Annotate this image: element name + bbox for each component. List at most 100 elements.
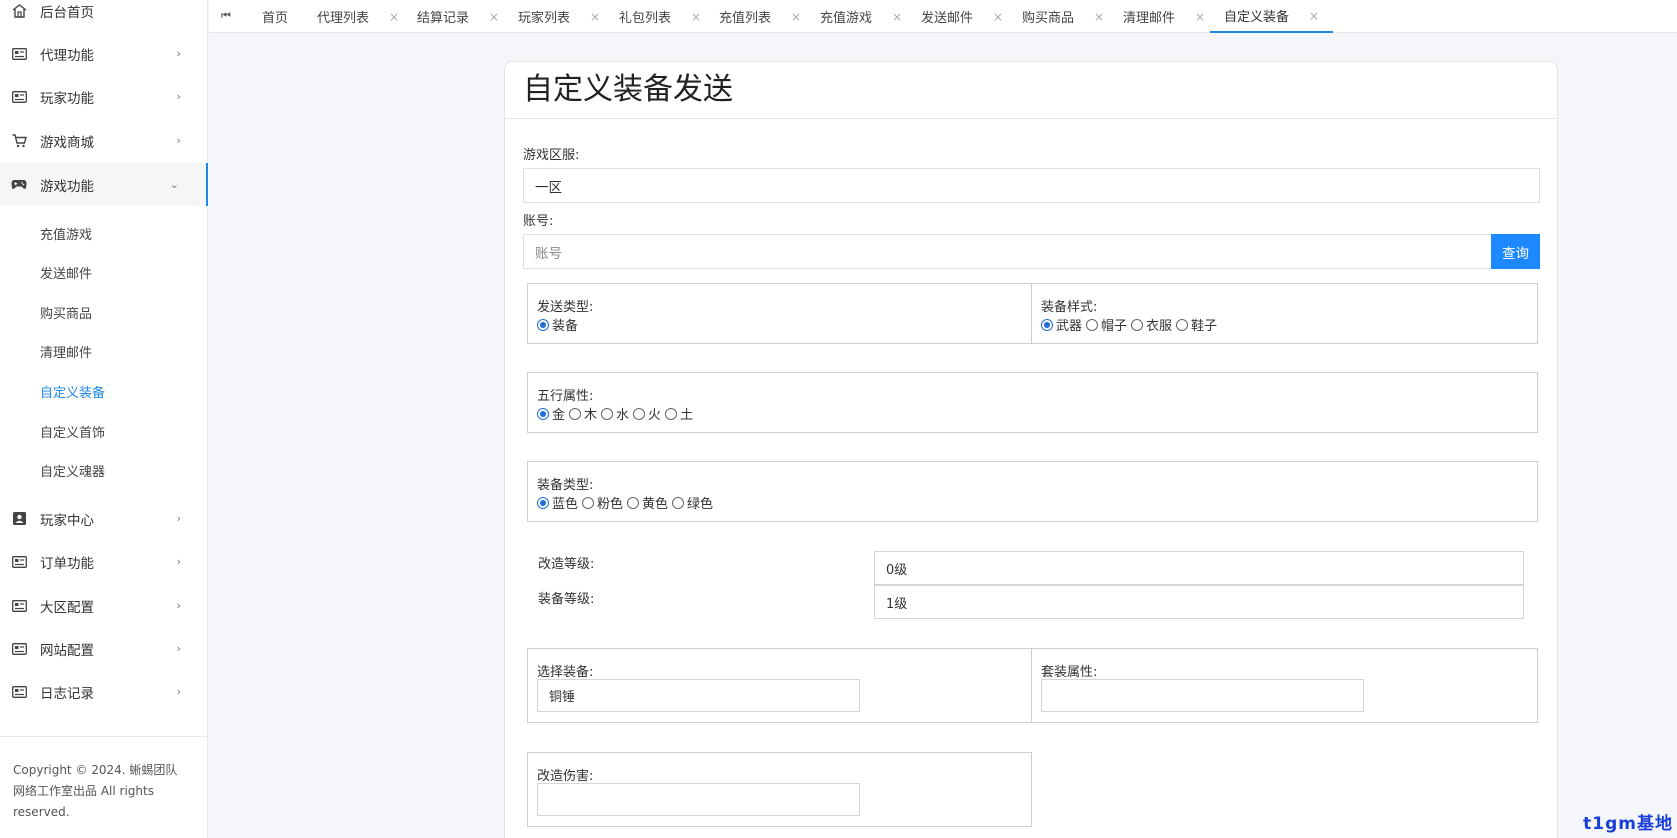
card-icon xyxy=(11,46,27,62)
query-button[interactable]: 查询 xyxy=(1491,234,1540,269)
copyright-text: Copyright © 2024. 蜥蜴团队网络工作室出品 All rights… xyxy=(13,763,178,819)
equip-level-select[interactable]: 1级 xyxy=(874,585,1524,619)
type-radio-green[interactable]: 绿色 xyxy=(672,493,715,512)
sidebar-item-shop[interactable]: 游戏商城 › xyxy=(0,119,208,162)
radio-dot xyxy=(569,407,582,420)
tab-buy-goods[interactable]: 购买商品 × xyxy=(1022,0,1104,33)
tab-label: 首页 xyxy=(262,11,289,26)
close-icon[interactable]: × xyxy=(691,10,701,24)
sidebar-item-home[interactable]: 后台首页 xyxy=(0,0,208,32)
sidebar-sub-clear-mail[interactable]: 清理邮件 xyxy=(40,336,200,366)
radio-dot xyxy=(537,318,549,331)
refine-damage-input[interactable] xyxy=(537,783,860,816)
element-radio-fire[interactable]: 火 xyxy=(633,404,663,423)
send-type-box: 发送类型: 装备 xyxy=(527,283,1032,344)
sidebar-item-site-config[interactable]: 网站配置 › xyxy=(0,627,208,670)
chevron-right-icon: › xyxy=(176,90,181,103)
sidebar-item-label: 网站配置 xyxy=(40,642,94,659)
close-icon[interactable]: × xyxy=(1309,9,1319,23)
sidebar-sub-custom-soul[interactable]: 自定义魂器 xyxy=(40,455,200,485)
element-radio-wood[interactable]: 木 xyxy=(569,404,599,423)
element-radio-metal[interactable]: 金 xyxy=(537,404,567,423)
sidebar-item-orders[interactable]: 订单功能 › xyxy=(0,540,208,583)
set-attr-input[interactable] xyxy=(1041,679,1364,712)
refine-level-select[interactable]: 0级 xyxy=(874,551,1524,585)
first-page-icon[interactable]: ⏮ xyxy=(221,0,231,32)
tab-gift-list[interactable]: 礼包列表 × xyxy=(619,0,701,33)
tab-player-list[interactable]: 玩家列表 × xyxy=(518,0,600,33)
type-radio-blue[interactable]: 蓝色 xyxy=(537,493,580,512)
cart-icon xyxy=(11,133,27,149)
sidebar: 后台首页 代理功能 › 玩家功能 › 游戏商城 › 游戏功能 ⌄ 充值游戏 发送… xyxy=(0,0,208,838)
radio-label: 武器 xyxy=(1056,319,1083,334)
type-radio-pink[interactable]: 粉色 xyxy=(582,493,625,512)
radio-dot xyxy=(601,407,614,420)
sidebar-item-label: 订单功能 xyxy=(40,555,94,572)
style-radio-weapon[interactable]: 武器 xyxy=(1041,315,1084,334)
close-icon[interactable]: × xyxy=(892,10,902,24)
sidebar-item-player-center[interactable]: 玩家中心 › xyxy=(0,497,208,540)
server-label: 游戏区服: xyxy=(523,148,580,163)
sidebar-sub-custom-equip[interactable]: 自定义装备 xyxy=(40,376,200,406)
tab-recharge-game[interactable]: 充值游戏 × xyxy=(820,0,902,33)
sidebar-item-region-config[interactable]: 大区配置 › xyxy=(0,584,208,627)
tab-recharge-list[interactable]: 充值列表 × xyxy=(719,0,801,33)
close-icon[interactable]: × xyxy=(791,10,801,24)
radio-label: 水 xyxy=(616,408,630,423)
radio-label: 土 xyxy=(680,408,694,423)
send-type-radio-equip[interactable]: 装备 xyxy=(537,315,580,334)
element-radio-group: 金 木 水 火 土 xyxy=(537,404,697,423)
sidebar-item-logs[interactable]: 日志记录 › xyxy=(0,670,208,713)
sidebar-item-agent[interactable]: 代理功能 › xyxy=(0,32,208,75)
set-attr-label: 套装属性: xyxy=(1041,665,1098,680)
card-header: 自定义装备发送 xyxy=(505,62,1557,119)
type-radio-yellow[interactable]: 黄色 xyxy=(627,493,670,512)
style-radio-hat[interactable]: 帽子 xyxy=(1086,315,1129,334)
tab-home[interactable]: 首页 xyxy=(262,0,288,33)
radio-dot xyxy=(537,496,549,509)
send-type-label: 发送类型: xyxy=(537,300,594,315)
sidebar-sub-buy-goods[interactable]: 购买商品 xyxy=(40,297,200,327)
account-input[interactable]: 账号 xyxy=(523,234,1492,269)
sidebar-item-label: 后台首页 xyxy=(40,4,94,21)
sub-item-label: 充值游戏 xyxy=(40,227,93,243)
sidebar-sub-custom-jewelry[interactable]: 自定义首饰 xyxy=(40,416,200,446)
close-icon[interactable]: × xyxy=(993,10,1003,24)
radio-label: 鞋子 xyxy=(1191,319,1218,334)
close-icon[interactable]: × xyxy=(1195,10,1205,24)
sidebar-item-game[interactable]: 游戏功能 ⌄ xyxy=(0,163,208,206)
chevron-right-icon: › xyxy=(176,512,181,525)
send-type-radio-group: 装备 xyxy=(537,315,582,334)
sidebar-sub-send-mail[interactable]: 发送邮件 xyxy=(40,257,200,287)
tab-agent-list[interactable]: 代理列表 × xyxy=(317,0,399,33)
sidebar-item-player[interactable]: 玩家功能 › xyxy=(0,75,208,118)
card-icon xyxy=(11,554,27,570)
select-equip-label: 选择装备: xyxy=(537,665,594,680)
tab-clear-mail[interactable]: 清理邮件 × xyxy=(1123,0,1205,33)
tab-bar: ⏮ 首页 代理列表 × 结算记录 × 玩家列表 × 礼包列表 × 充值列表 × 充值游戏 ×… xyxy=(209,0,1677,33)
close-icon[interactable]: × xyxy=(389,10,399,24)
style-radio-shoes[interactable]: 鞋子 xyxy=(1176,315,1219,334)
sub-item-label: 自定义首饰 xyxy=(40,425,106,441)
radio-label: 装备 xyxy=(552,319,579,334)
element-radio-water[interactable]: 水 xyxy=(601,404,631,423)
tab-label: 结算记录 xyxy=(417,11,470,26)
tab-send-mail[interactable]: 发送邮件 × xyxy=(921,0,1003,33)
close-icon[interactable]: × xyxy=(590,10,600,24)
sidebar-sub-recharge-game[interactable]: 充值游戏 xyxy=(40,218,200,248)
radio-label: 火 xyxy=(648,408,662,423)
gamepad-icon xyxy=(11,177,27,193)
sub-item-label: 自定义装备 xyxy=(40,385,106,401)
style-radio-clothes[interactable]: 衣服 xyxy=(1131,315,1174,334)
radio-dot xyxy=(665,407,678,420)
select-equip-box: 选择装备: 铜锤 xyxy=(527,648,1032,723)
tab-settlement[interactable]: 结算记录 × xyxy=(417,0,499,33)
tab-label: 发送邮件 xyxy=(921,11,974,26)
tab-custom-equip[interactable]: 自定义装备 × xyxy=(1210,0,1334,33)
close-icon[interactable]: × xyxy=(489,10,499,24)
select-equip-input[interactable]: 铜锤 xyxy=(537,679,860,712)
server-select[interactable]: 一区 xyxy=(523,168,1540,203)
close-icon[interactable]: × xyxy=(1094,10,1104,24)
element-radio-earth[interactable]: 土 xyxy=(665,404,695,423)
radio-dot xyxy=(1131,318,1144,331)
